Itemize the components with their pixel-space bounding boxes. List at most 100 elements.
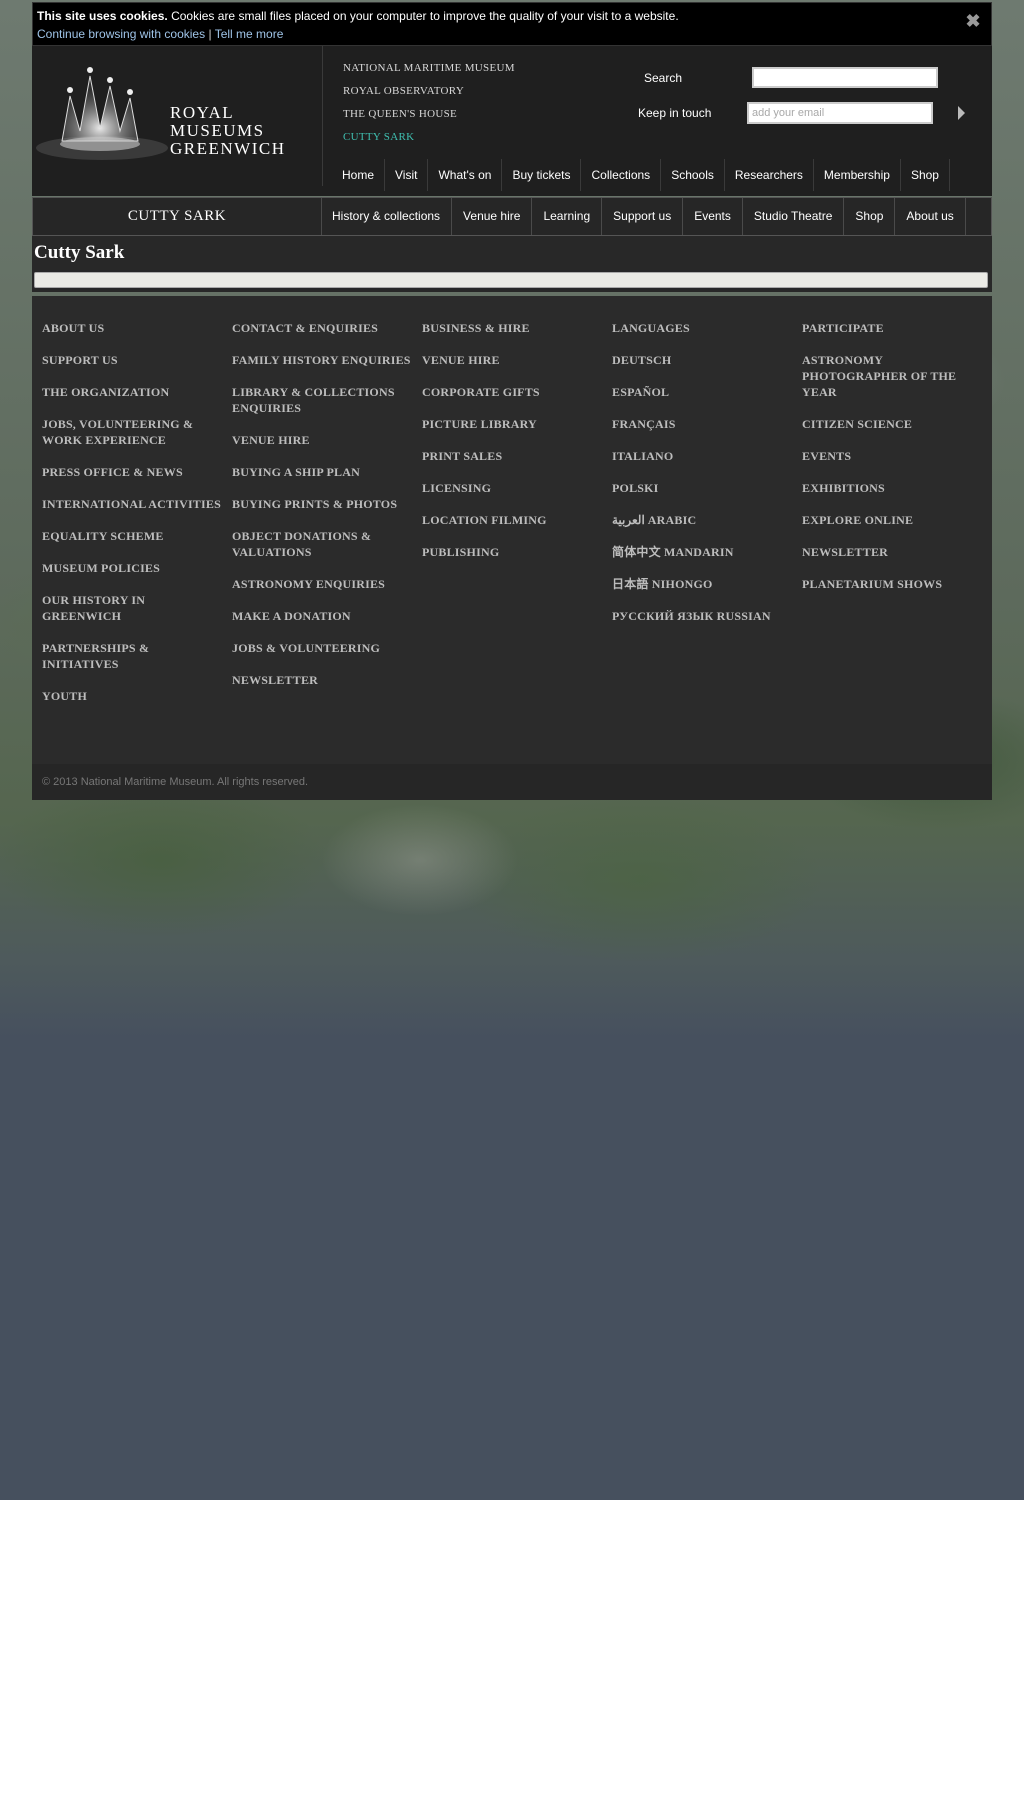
footer-link[interactable]: Picture library: [422, 416, 602, 432]
footer-link[interactable]: Print sales: [422, 448, 602, 464]
footer-link[interactable]: Family history enquiries: [232, 352, 412, 368]
footer-link[interactable]: Equality scheme: [42, 528, 222, 544]
subnav-venue-hire[interactable]: Venue hire: [452, 198, 533, 235]
nav-visit[interactable]: Visit: [385, 159, 429, 191]
footer-link[interactable]: Partnerships & initiatives: [42, 640, 222, 672]
footer-link[interactable]: Participate: [802, 320, 982, 336]
content-placeholder-bar: [34, 272, 988, 288]
subnav-events[interactable]: Events: [683, 198, 743, 235]
footer-link[interactable]: Buying prints & photos: [232, 496, 412, 512]
footer-link[interactable]: Buying a ship plan: [232, 464, 412, 480]
footer-link[interactable]: Jobs, volunteering & work experience: [42, 416, 222, 448]
footer-link[interactable]: Museum policies: [42, 560, 222, 576]
subnav-history-collections[interactable]: History & collections: [321, 198, 453, 235]
nav-collections[interactable]: Collections: [581, 159, 662, 191]
royal-museums-greenwich-logo[interactable]: ROYAL MUSEUMS GREENWICH: [32, 46, 322, 196]
footer-link[interactable]: Jobs & volunteering: [232, 640, 412, 656]
subnav-about-us[interactable]: About us: [895, 198, 966, 235]
footer-link[interactable]: Venue hire: [422, 352, 602, 368]
site-link-national-maritime-museum[interactable]: National Maritime Museum: [343, 62, 515, 74]
footer-link[interactable]: Explore online: [802, 512, 982, 528]
footer-link[interactable]: Make a donation: [232, 608, 412, 624]
footer-link[interactable]: Astronomy enquiries: [232, 576, 412, 592]
nav-buy-tickets[interactable]: Buy tickets: [502, 159, 582, 191]
footer-link[interactable]: Object donations & valuations: [232, 528, 412, 560]
search-label: Search: [644, 71, 683, 85]
subnav-studio-theatre[interactable]: Studio Theatre: [743, 198, 845, 235]
footer-link[interactable]: 日本語 Nihongo: [612, 576, 792, 592]
footer-link[interactable]: Русский язык Russian: [612, 608, 792, 624]
section-title[interactable]: CUTTY SARK: [33, 198, 322, 235]
footer-link[interactable]: العربية Arabic: [612, 512, 792, 528]
nav-schools[interactable]: Schools: [661, 159, 725, 191]
close-icon[interactable]: ✖: [965, 12, 981, 30]
continue-cookies-link[interactable]: Continue browsing with cookies: [37, 27, 205, 41]
footer-link[interactable]: Italiano: [612, 448, 792, 464]
footer-link[interactable]: Languages: [612, 320, 792, 336]
email-field[interactable]: [747, 102, 933, 124]
footer-link[interactable]: Citizen science: [802, 416, 982, 432]
footer-link[interactable]: The organization: [42, 384, 222, 400]
logo-line-greenwich: GREENWICH: [170, 139, 286, 158]
footer-link[interactable]: Business & hire: [422, 320, 602, 336]
site-link-queens-house[interactable]: The Queen's House: [343, 108, 457, 120]
footer-link[interactable]: Exhibitions: [802, 480, 982, 496]
cookie-text: Cookies are small files placed on your c…: [171, 9, 679, 23]
footer-link[interactable]: Deutsch: [612, 352, 792, 368]
footer-link[interactable]: Español: [612, 384, 792, 400]
site-link-cutty-sark[interactable]: Cutty Sark: [343, 131, 414, 143]
footer-link[interactable]: International activities: [42, 496, 222, 512]
footer-link[interactable]: Contact & enquiries: [232, 320, 412, 336]
nav-home[interactable]: Home: [332, 159, 386, 191]
subnav-shop[interactable]: Shop: [844, 198, 896, 235]
cookie-banner: This site uses cookies. Cookies are smal…: [32, 2, 992, 46]
footer-link[interactable]: Support us: [42, 352, 222, 368]
tell-me-more-link[interactable]: Tell me more: [215, 27, 284, 41]
footer-column-participate: Participate Astronomy photographer of the…: [802, 320, 982, 608]
subnav-learning[interactable]: Learning: [532, 198, 603, 235]
footer-link[interactable]: About us: [42, 320, 222, 336]
footer-links: About us Support us The organization Jobs, …: [32, 296, 992, 764]
footer-column-contact: Contact & enquiries Family history enquir…: [232, 320, 412, 704]
footer-link[interactable]: Astronomy photographer of the year: [802, 352, 982, 400]
footer-link[interactable]: Corporate gifts: [422, 384, 602, 400]
page-bottom-blank: [0, 1500, 1024, 1815]
cutty-sark-subnav-bar: CUTTY SARK History & collections Venue h…: [32, 197, 992, 236]
footer-link[interactable]: 简体中文 Mandarin: [612, 544, 792, 560]
footer-link[interactable]: Our history in Greenwich: [42, 592, 222, 624]
footer-column-languages: Languages Deutsch Español Français Italiano P…: [612, 320, 792, 640]
cookie-link-separator: |: [208, 27, 212, 41]
copyright-text: © 2013 National Maritime Museum. All rig…: [42, 776, 309, 788]
footer-link[interactable]: Licensing: [422, 480, 602, 496]
main-content: Cutty Sark: [32, 236, 992, 292]
footer-link[interactable]: Library & collections enquiries: [232, 384, 412, 416]
site-link-royal-observatory[interactable]: Royal Observatory: [343, 85, 464, 97]
logo-line-museums: MUSEUMS: [170, 121, 265, 140]
cookie-message: This site uses cookies. Cookies are smal…: [37, 9, 679, 23]
nav-researchers[interactable]: Researchers: [725, 159, 814, 191]
footer-link[interactable]: Planetarium shows: [802, 576, 982, 592]
subnav-support-us[interactable]: Support us: [602, 198, 684, 235]
site-header: ROYAL MUSEUMS GREENWICH National Maritim…: [32, 46, 992, 196]
nav-membership[interactable]: Membership: [814, 159, 901, 191]
footer-link[interactable]: Venue hire: [232, 432, 412, 448]
nav-whats-on[interactable]: What's on: [428, 159, 503, 191]
footer-link[interactable]: Polski: [612, 480, 792, 496]
submit-arrow-icon[interactable]: [958, 106, 965, 120]
section-navigation: History & collections Venue hire Learnin…: [321, 198, 966, 235]
nav-shop[interactable]: Shop: [901, 159, 950, 191]
footer-link[interactable]: Events: [802, 448, 982, 464]
footer-link[interactable]: Location filming: [422, 512, 602, 528]
logo-text: ROYAL MUSEUMS GREENWICH: [170, 104, 285, 158]
footer-link[interactable]: Français: [612, 416, 792, 432]
footer-link[interactable]: Youth: [42, 688, 222, 704]
footer-column-about: About us Support us The organization Jobs, …: [42, 320, 222, 720]
footer-link[interactable]: Publishing: [422, 544, 602, 560]
logo-line-royal: ROYAL: [170, 103, 235, 122]
search-input[interactable]: [752, 67, 938, 88]
footer-link[interactable]: Newsletter: [232, 672, 412, 688]
keep-in-touch-label: Keep in touch: [638, 106, 712, 120]
footer-link[interactable]: Newsletter: [802, 544, 982, 560]
footer-link[interactable]: Press office & news: [42, 464, 222, 480]
main-navigation: Home Visit What's on Buy tickets Collect…: [332, 159, 950, 191]
